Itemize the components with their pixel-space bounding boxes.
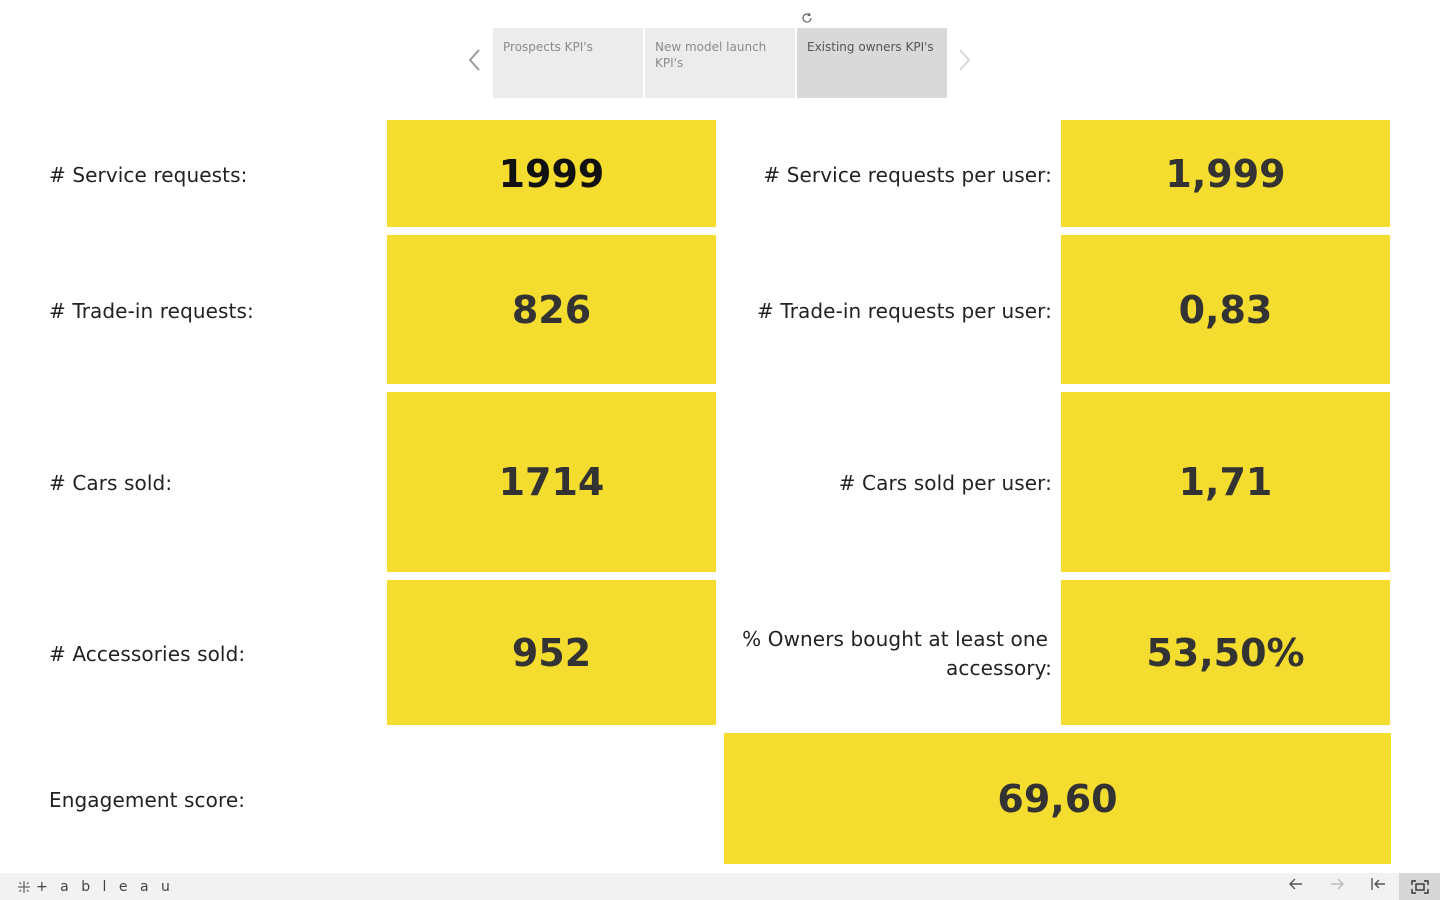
service-requests-tile[interactable]: 1999 — [387, 120, 716, 227]
trade-in-requests-tile[interactable]: 826 — [387, 235, 716, 384]
trade-in-requests-label: # Trade-in requests: — [49, 299, 254, 323]
cars-sold-per-user-label: # Cars sold per user: — [838, 471, 1052, 495]
service-requests-label: # Service requests: — [49, 163, 248, 187]
owners-accessory-label: % Owners bought at least one accessory: — [730, 625, 1052, 683]
chevron-left-icon — [468, 49, 480, 71]
story-tab-prospects[interactable]: Prospects KPI's — [493, 28, 643, 98]
cars-sold-tile[interactable]: 1714 — [387, 392, 716, 572]
accessories-sold-tile[interactable]: 952 — [387, 580, 716, 725]
trade-in-requests-per-user-value: 0,83 — [1178, 287, 1273, 332]
cars-sold-per-user-tile[interactable]: 1,71 — [1061, 392, 1390, 572]
service-requests-per-user-label: # Service requests per user: — [763, 163, 1052, 187]
cars-sold-per-user-value: 1,71 — [1178, 460, 1273, 504]
accessories-sold-label: # Accessories sold: — [49, 642, 246, 666]
story-tab-label: Existing owners KPI's — [807, 40, 934, 54]
arrow-left-icon — [1289, 878, 1302, 890]
story-tab-label: New model launch KPI's — [655, 40, 767, 70]
tableau-logo[interactable]: + a b l e a u — [16, 878, 174, 896]
redo-button[interactable] — [1325, 876, 1349, 896]
story-tab-label: Prospects KPI's — [503, 40, 593, 54]
accessories-sold-value: 952 — [511, 630, 592, 675]
refresh-icon[interactable] — [800, 12, 814, 26]
trade-in-requests-per-user-tile[interactable]: 0,83 — [1061, 235, 1390, 384]
trade-in-requests-value: 826 — [511, 287, 592, 332]
arrow-right-icon — [1331, 878, 1344, 890]
fullscreen-icon — [1410, 879, 1429, 894]
owners-accessory-value: 53,50% — [1146, 630, 1305, 675]
tableau-mark-icon — [18, 881, 30, 893]
story-tab-existing-owners[interactable]: Existing owners KPI's — [797, 28, 947, 98]
trade-in-requests-per-user-label: # Trade-in requests per user: — [757, 299, 1052, 323]
owners-accessory-tile[interactable]: 53,50% — [1061, 580, 1390, 725]
revert-to-start-icon — [1371, 878, 1385, 890]
chevron-right-icon — [959, 49, 971, 71]
engagement-score-tile[interactable]: 69,60 — [724, 733, 1391, 864]
fullscreen-button[interactable] — [1399, 873, 1440, 900]
story-next-button[interactable] — [952, 44, 976, 84]
tableau-wordmark: + a b l e a u — [36, 879, 174, 895]
bottom-toolbar — [0, 873, 1440, 900]
story-prev-button[interactable] — [463, 44, 487, 84]
revert-button[interactable] — [1366, 876, 1390, 896]
story-tab-new-model-launch[interactable]: New model launch KPI's — [645, 28, 795, 98]
owners-accessory-label-line1: % Owners bought at least one — [742, 627, 1048, 651]
cars-sold-value: 1714 — [498, 460, 605, 504]
owners-accessory-label-line2: accessory: — [946, 656, 1052, 680]
engagement-score-value: 69,60 — [997, 776, 1118, 821]
cars-sold-label: # Cars sold: — [49, 471, 173, 495]
engagement-score-label: Engagement score: — [49, 788, 246, 812]
undo-button[interactable] — [1284, 876, 1308, 896]
service-requests-per-user-tile[interactable]: 1,999 — [1061, 120, 1390, 227]
service-requests-value: 1999 — [498, 151, 605, 196]
service-requests-per-user-value: 1,999 — [1165, 151, 1286, 196]
